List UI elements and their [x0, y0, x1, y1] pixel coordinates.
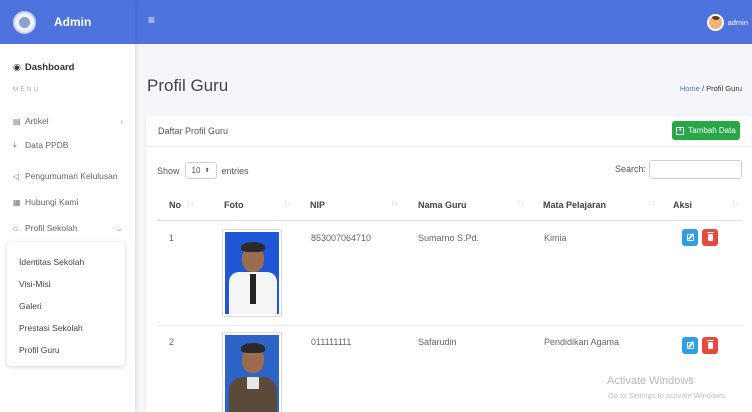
- user-menu[interactable]: admin: [706, 14, 748, 31]
- user-name: admin: [727, 18, 748, 27]
- sort-icon: ↑↓: [517, 200, 524, 207]
- megaphone-icon: ◁: [13, 171, 20, 181]
- teacher-photo: [222, 229, 282, 317]
- download-icon: ⤓: [13, 140, 17, 149]
- cell-nama-guru: Safarudin: [418, 337, 457, 347]
- contact-card-icon: ▦: [13, 197, 21, 207]
- edit-icon: [686, 234, 694, 241]
- plus-square-icon: +: [676, 126, 685, 135]
- entries-label: entries: [221, 165, 249, 176]
- search-label: Search:: [615, 164, 647, 174]
- submenu-item-profil-guru[interactable]: Profil Guru: [19, 345, 60, 355]
- breadcrumb-current: Profil Guru: [706, 84, 742, 93]
- cell-nama-guru: Sumarno S.Pd.: [418, 233, 480, 243]
- cell-no: 2: [169, 337, 175, 347]
- cell-nip: 853007064710: [311, 233, 372, 243]
- show-label: Show: [157, 165, 180, 176]
- page-title: Profil Guru: [147, 76, 229, 95]
- column-header-mata-pelajaran[interactable]: Mata Pelajaran: [543, 200, 606, 210]
- cell-mata-pelajaran: Pendidikan Agama: [544, 337, 620, 347]
- chevron-right-icon: ›: [120, 116, 123, 126]
- edit-button[interactable]: [682, 337, 698, 354]
- table-row-divider: [157, 325, 742, 326]
- cell-no: 1: [169, 233, 175, 243]
- breadcrumb-home-link[interactable]: Home: [680, 84, 700, 93]
- edit-button[interactable]: [682, 229, 698, 246]
- trash-icon: [706, 232, 714, 241]
- sidebar-item-artikel[interactable]: ▤ Artikel ›: [0, 116, 135, 126]
- activate-windows-title: Activate Windows: [607, 375, 694, 387]
- submenu-profil-sekolah: Identitas Sekolah Visi-Misi Galeri Prest…: [7, 242, 125, 366]
- brand-title: Admin: [54, 15, 92, 29]
- sidebar-item-data-ppdb[interactable]: ⤓ Data PPDB: [0, 140, 135, 150]
- column-header-nip[interactable]: NIP: [310, 200, 325, 210]
- sidebar-item-dashboard[interactable]: ◉ Dashboard: [0, 44, 135, 73]
- card-title: Daftar Profil Guru: [158, 126, 229, 136]
- column-header-no[interactable]: No: [169, 200, 181, 210]
- sort-icon: ↑↓: [732, 200, 739, 207]
- cell-nip: 011111111: [311, 337, 352, 347]
- cell-mata-pelajaran: Kimia: [544, 233, 567, 243]
- entries-select-value: 10: [191, 166, 201, 175]
- hamburger-menu-icon[interactable]: ≡: [148, 13, 155, 27]
- delete-button[interactable]: [702, 337, 718, 354]
- sidebar-item-profil-sekolah[interactable]: ⌂ Profil Sekolah ⌄: [0, 223, 135, 233]
- school-logo-icon: [13, 10, 36, 34]
- brand[interactable]: Admin: [0, 0, 135, 44]
- sort-icon: ↑↓: [187, 200, 194, 207]
- sidebar-item-hubungi-kami[interactable]: ▦ Hubungi Kami: [0, 197, 135, 207]
- teacher-photo: [222, 332, 282, 412]
- submenu-item-galeri[interactable]: Galeri: [19, 301, 42, 311]
- sidebar-item-label: Artikel: [25, 116, 49, 126]
- trash-icon: [706, 340, 714, 349]
- sort-icon: ↑↓: [284, 200, 291, 207]
- add-data-label: Tambah Data: [688, 126, 736, 135]
- entries-control: Show 10 ⬍ entries: [157, 162, 249, 179]
- sidebar-item-label: Dashboard: [24, 62, 75, 73]
- card-divider: [146, 146, 752, 147]
- column-header-foto[interactable]: Foto: [224, 200, 244, 210]
- dashboard-icon: ◉: [13, 62, 21, 72]
- select-arrows-icon: ⬍: [204, 168, 210, 174]
- menu-header: MENU: [13, 86, 41, 93]
- topbar: ≡ admin: [135, 0, 752, 44]
- sidebar-item-label: Data PPDB: [25, 140, 69, 150]
- submenu-item-identitas-sekolah[interactable]: Identitas Sekolah: [19, 257, 84, 267]
- sidebar-item-label: Profil Sekolah: [25, 223, 78, 233]
- sidebar-item-label: Hubungi Kami: [25, 197, 79, 207]
- sidebar-item-label: Pengumuman Kelulusan: [25, 171, 118, 181]
- entries-select[interactable]: 10 ⬍: [184, 162, 217, 179]
- search-input[interactable]: [649, 160, 742, 179]
- column-header-aksi[interactable]: Aksi: [673, 200, 692, 210]
- edit-icon: [686, 342, 694, 349]
- chevron-down-icon: ⌄: [116, 223, 123, 233]
- sort-icon: ↑↓: [391, 200, 398, 207]
- school-icon: ⌂: [13, 223, 18, 233]
- avatar: [706, 14, 724, 31]
- delete-button[interactable]: [702, 229, 718, 246]
- sidebar-item-pengumuman-kelulusan[interactable]: ◁ Pengumuman Kelulusan: [0, 171, 135, 181]
- submenu-item-visi-misi[interactable]: Visi-Misi: [19, 279, 50, 289]
- newspaper-icon: ▤: [13, 116, 21, 126]
- submenu-item-prestasi-sekolah[interactable]: Prestasi Sekolah: [19, 323, 83, 333]
- breadcrumb: Home / Profil Guru: [680, 84, 742, 93]
- breadcrumb-separator: /: [701, 84, 705, 93]
- add-data-button[interactable]: + Tambah Data: [672, 121, 740, 140]
- table-header-divider: [157, 220, 742, 221]
- sort-icon: ↑↓: [648, 200, 655, 207]
- column-header-nama-guru[interactable]: Nama Guru: [418, 200, 467, 210]
- activate-windows-subtitle: Go to Settings to activate Windows.: [608, 391, 727, 400]
